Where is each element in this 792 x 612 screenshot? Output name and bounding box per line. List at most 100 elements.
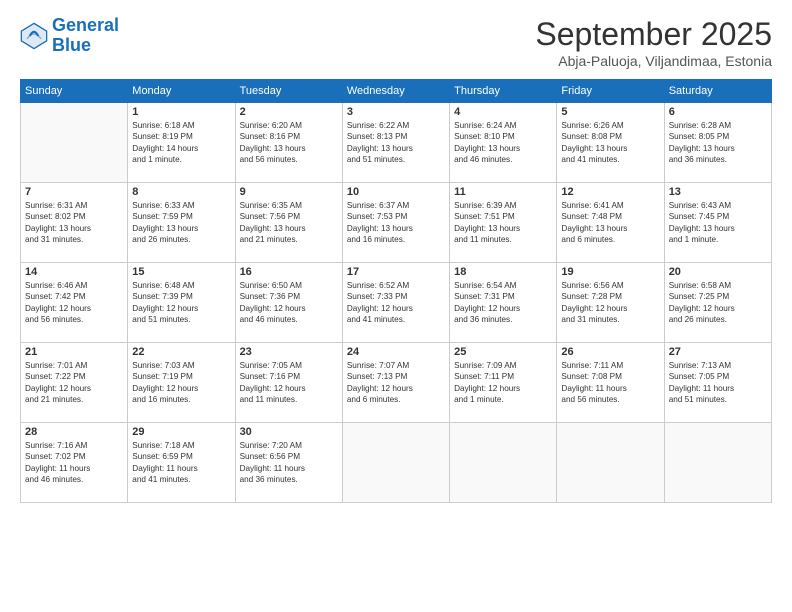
day-number: 29 [132,426,230,438]
table-row: 17 Sunrise: 6:52 AMSunset: 7:33 PMDayligh… [342,263,449,343]
table-row: 7 Sunrise: 6:31 AMSunset: 8:02 PMDaylight… [21,183,128,263]
title-area: September 2025 Abja-Paluoja, Viljandimaa… [535,16,772,69]
week-row-1: 1 Sunrise: 6:18 AMSunset: 8:19 PMDaylight… [21,103,772,183]
week-row-4: 21 Sunrise: 7:01 AMSunset: 7:22 PMDayligh… [21,343,772,423]
table-row: 3 Sunrise: 6:22 AMSunset: 8:13 PMDaylight… [342,103,449,183]
table-row [557,423,664,503]
logo-general-text: General [52,15,119,35]
header: General Blue September 2025 Abja-Paluoja… [20,16,772,69]
day-info: Sunrise: 6:52 AMSunset: 7:33 PMDaylight:… [347,280,445,326]
col-saturday: Saturday [664,80,771,103]
day-info: Sunrise: 6:18 AMSunset: 8:19 PMDaylight:… [132,120,230,166]
day-number: 24 [347,346,445,358]
day-info: Sunrise: 7:13 AMSunset: 7:05 PMDaylight:… [669,360,767,406]
day-info: Sunrise: 6:41 AMSunset: 7:48 PMDaylight:… [561,200,659,246]
table-row [664,423,771,503]
day-info: Sunrise: 6:20 AMSunset: 8:16 PMDaylight:… [240,120,338,166]
day-info: Sunrise: 6:37 AMSunset: 7:53 PMDaylight:… [347,200,445,246]
table-row: 21 Sunrise: 7:01 AMSunset: 7:22 PMDayligh… [21,343,128,423]
table-row: 13Sunrise: 6:43 AMSunset: 7:45 PMDayligh… [664,183,771,263]
day-info: Sunrise: 6:46 AMSunset: 7:42 PMDaylight:… [25,280,123,326]
logo-icon [20,22,48,50]
table-row: 15Sunrise: 6:48 AMSunset: 7:39 PMDayligh… [128,263,235,343]
day-info: Sunrise: 6:50 AMSunset: 7:36 PMDaylight:… [240,280,338,326]
table-row: 26 Sunrise: 7:11 AMSunset: 7:08 PMDayligh… [557,343,664,423]
day-number: 2 [240,106,338,118]
day-number: 21 [25,346,123,358]
day-number: 17 [347,266,445,278]
col-sunday: Sunday [21,80,128,103]
day-info: Sunrise: 7:20 AMSunset: 6:56 PMDaylight:… [240,440,338,486]
day-number: 23 [240,346,338,358]
table-row: 30Sunrise: 7:20 AMSunset: 6:56 PMDayligh… [235,423,342,503]
day-number: 19 [561,266,659,278]
table-row [21,103,128,183]
day-info: Sunrise: 7:11 AMSunset: 7:08 PMDaylight:… [561,360,659,406]
day-number: 11 [454,186,552,198]
day-number: 8 [132,186,230,198]
day-number: 27 [669,346,767,358]
day-info: Sunrise: 6:31 AMSunset: 8:02 PMDaylight:… [25,200,123,246]
table-row: 5 Sunrise: 6:26 AMSunset: 8:08 PMDaylight… [557,103,664,183]
table-row: 12 Sunrise: 6:41 AMSunset: 7:48 PMDayligh… [557,183,664,263]
day-number: 10 [347,186,445,198]
table-row: 20Sunrise: 6:58 AMSunset: 7:25 PMDayligh… [664,263,771,343]
day-info: Sunrise: 6:39 AMSunset: 7:51 PMDaylight:… [454,200,552,246]
day-number: 12 [561,186,659,198]
day-number: 1 [132,106,230,118]
day-info: Sunrise: 6:22 AMSunset: 8:13 PMDaylight:… [347,120,445,166]
col-monday: Monday [128,80,235,103]
day-number: 16 [240,266,338,278]
day-info: Sunrise: 7:05 AMSunset: 7:16 PMDaylight:… [240,360,338,406]
location-subtitle: Abja-Paluoja, Viljandimaa, Estonia [535,53,772,69]
table-row: 4Sunrise: 6:24 AMSunset: 8:10 PMDaylight… [450,103,557,183]
table-row: 16 Sunrise: 6:50 AMSunset: 7:36 PMDayligh… [235,263,342,343]
table-row: 19Sunrise: 6:56 AMSunset: 7:28 PMDayligh… [557,263,664,343]
day-number: 18 [454,266,552,278]
table-row [450,423,557,503]
logo: General Blue [20,16,119,56]
col-tuesday: Tuesday [235,80,342,103]
table-row: 6 Sunrise: 6:28 AMSunset: 8:05 PMDaylight… [664,103,771,183]
day-info: Sunrise: 7:07 AMSunset: 7:13 PMDaylight:… [347,360,445,406]
table-row: 14 Sunrise: 6:46 AMSunset: 7:42 PMDayligh… [21,263,128,343]
table-row: 25Sunrise: 7:09 AMSunset: 7:11 PMDayligh… [450,343,557,423]
calendar-table: Sunday Monday Tuesday Wednesday Thursday… [20,79,772,503]
day-number: 15 [132,266,230,278]
day-info: Sunrise: 6:58 AMSunset: 7:25 PMDaylight:… [669,280,767,326]
table-row: 24 Sunrise: 7:07 AMSunset: 7:13 PMDayligh… [342,343,449,423]
day-info: Sunrise: 7:09 AMSunset: 7:11 PMDaylight:… [454,360,552,406]
week-row-5: 28 Sunrise: 7:16 AMSunset: 7:02 PMDayligh… [21,423,772,503]
day-number: 26 [561,346,659,358]
day-number: 28 [25,426,123,438]
col-thursday: Thursday [450,80,557,103]
table-row: 10 Sunrise: 6:37 AMSunset: 7:53 PMDayligh… [342,183,449,263]
day-info: Sunrise: 6:28 AMSunset: 8:05 PMDaylight:… [669,120,767,166]
day-number: 7 [25,186,123,198]
day-number: 6 [669,106,767,118]
day-number: 14 [25,266,123,278]
day-number: 9 [240,186,338,198]
day-info: Sunrise: 6:35 AMSunset: 7:56 PMDaylight:… [240,200,338,246]
day-info: Sunrise: 7:01 AMSunset: 7:22 PMDaylight:… [25,360,123,406]
table-row: 11 Sunrise: 6:39 AMSunset: 7:51 PMDayligh… [450,183,557,263]
day-number: 13 [669,186,767,198]
table-row: 22 Sunrise: 7:03 AMSunset: 7:19 PMDayligh… [128,343,235,423]
day-number: 22 [132,346,230,358]
day-info: Sunrise: 6:54 AMSunset: 7:31 PMDaylight:… [454,280,552,326]
calendar-header-row: Sunday Monday Tuesday Wednesday Thursday… [21,80,772,103]
table-row: 28 Sunrise: 7:16 AMSunset: 7:02 PMDayligh… [21,423,128,503]
table-row: 29Sunrise: 7:18 AMSunset: 6:59 PMDayligh… [128,423,235,503]
day-info: Sunrise: 6:26 AMSunset: 8:08 PMDaylight:… [561,120,659,166]
month-title: September 2025 [535,16,772,53]
day-info: Sunrise: 7:16 AMSunset: 7:02 PMDaylight:… [25,440,123,486]
day-number: 4 [454,106,552,118]
day-number: 5 [561,106,659,118]
logo-text: General Blue [52,16,119,56]
logo-blue-text: Blue [52,36,119,56]
day-info: Sunrise: 6:33 AMSunset: 7:59 PMDaylight:… [132,200,230,246]
day-number: 3 [347,106,445,118]
day-info: Sunrise: 7:03 AMSunset: 7:19 PMDaylight:… [132,360,230,406]
table-row: 23 Sunrise: 7:05 AMSunset: 7:16 PMDayligh… [235,343,342,423]
table-row: 18 Sunrise: 6:54 AMSunset: 7:31 PMDayligh… [450,263,557,343]
